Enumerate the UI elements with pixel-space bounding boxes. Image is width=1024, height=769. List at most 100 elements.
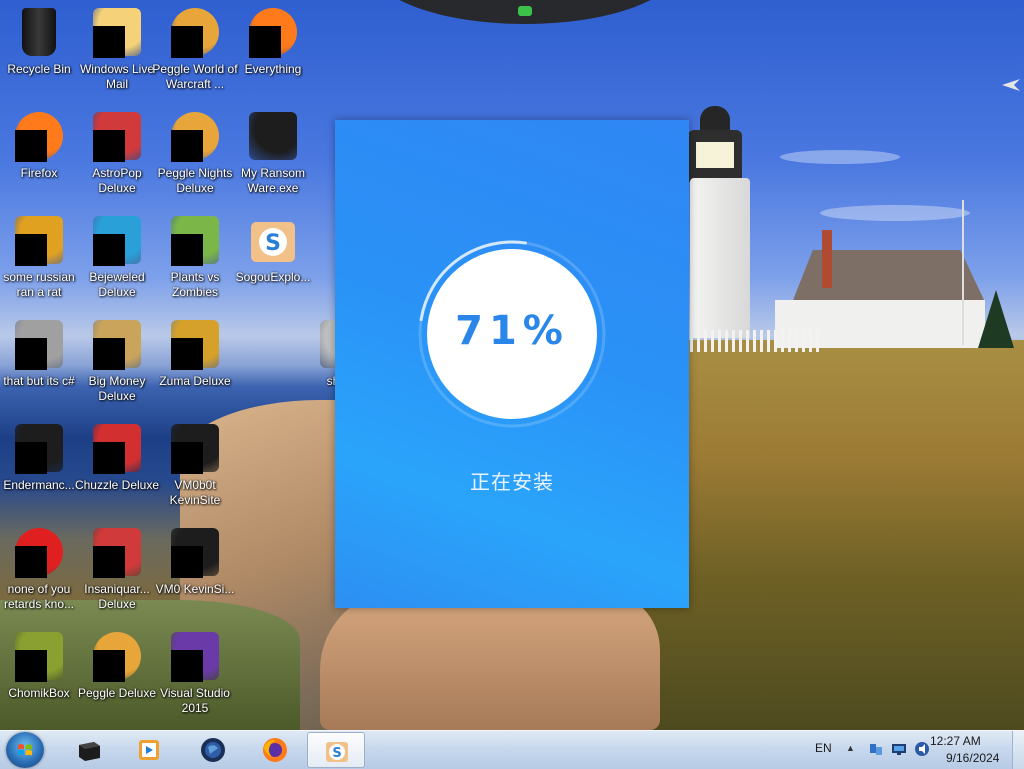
desktop-icon[interactable]: S SogouExplo... bbox=[234, 212, 312, 312]
gadget-indicator-icon bbox=[518, 6, 532, 16]
desktop-icon-label: VM0b0t KevinSite bbox=[169, 478, 221, 507]
desktop-icon-label: Plants vs Zombies bbox=[170, 270, 220, 299]
volume-tray-icon[interactable] bbox=[914, 741, 930, 757]
desktop-icon-label: Peggle Nights Deluxe bbox=[157, 166, 233, 195]
desktop-icon-label: Insaniquar... Deluxe bbox=[84, 582, 150, 611]
progress-percentage: 71% bbox=[455, 308, 569, 354]
taskbar: S EN ▲ 12:27 AM 9/16/2024 bbox=[0, 730, 1024, 769]
desktop-icon[interactable]: Windows Live Mail bbox=[78, 4, 156, 104]
redaction-box bbox=[15, 650, 47, 682]
taskbar-app-firefox[interactable] bbox=[246, 732, 304, 768]
desktop-icon-label: Firefox bbox=[20, 166, 58, 180]
desktop-icon[interactable]: Everything bbox=[234, 4, 312, 104]
desktop-icon[interactable]: VM0 KevinSi... bbox=[156, 524, 234, 624]
clock-time[interactable]: 12:27 AM bbox=[930, 734, 1016, 748]
tray-expand-chevron-icon[interactable]: ▲ bbox=[846, 743, 855, 753]
desktop-icon-label: Chuzzle Deluxe bbox=[74, 478, 160, 492]
redaction-box bbox=[171, 650, 203, 682]
desktop-icon-label: that but its c# bbox=[3, 374, 75, 388]
redaction-box bbox=[93, 130, 125, 162]
start-button[interactable] bbox=[6, 732, 44, 768]
desktop-icon-label: VM0 KevinSi... bbox=[155, 582, 235, 596]
house-roof bbox=[792, 250, 985, 302]
redaction-box bbox=[93, 26, 125, 58]
desktop-icon-label: Bejeweled Deluxe bbox=[89, 270, 145, 299]
desktop-icon[interactable]: some russian ran a rat bbox=[0, 212, 78, 312]
desktop-icon-label: My Ransom Ware.exe bbox=[240, 166, 305, 195]
redaction-box bbox=[15, 338, 47, 370]
desktop-icon[interactable]: Bejeweled Deluxe bbox=[78, 212, 156, 312]
desktop-icon-label: Visual Studio 2015 bbox=[160, 686, 230, 715]
redaction-box bbox=[171, 338, 203, 370]
desktop-icon[interactable]: Peggle Deluxe bbox=[78, 628, 156, 728]
executable-icon bbox=[249, 112, 297, 160]
house-chimney bbox=[822, 230, 832, 288]
recycle-bin-icon bbox=[22, 8, 56, 56]
redaction-box bbox=[171, 546, 203, 578]
desktop-icon[interactable]: VM0b0t KevinSite bbox=[156, 420, 234, 520]
desktop-icon-label: Zuma Deluxe bbox=[159, 374, 231, 388]
lighthouse-glass bbox=[696, 142, 734, 168]
desktop-icon[interactable]: ChomikBox bbox=[0, 628, 78, 728]
black-box-icon bbox=[79, 742, 100, 761]
desktop-icon[interactable]: Chuzzle Deluxe bbox=[75, 420, 159, 520]
lighthouse-top bbox=[700, 106, 730, 132]
desktop-icon-label: some russian ran a rat bbox=[3, 270, 75, 299]
taskbar-app-black-box[interactable] bbox=[60, 732, 118, 768]
desktop-icon-label: AstroPop Deluxe bbox=[92, 166, 142, 195]
desktop-icon[interactable]: Insaniquar... Deluxe bbox=[78, 524, 156, 624]
desktop-icon[interactable]: none of you retards kno... bbox=[0, 524, 78, 624]
svg-text:S: S bbox=[265, 231, 281, 256]
network-tray-icon[interactable] bbox=[868, 741, 884, 757]
wallpaper-rock bbox=[320, 590, 660, 730]
desktop-icon[interactable]: My Ransom Ware.exe bbox=[234, 108, 312, 208]
desktop-icon[interactable]: Peggle Nights Deluxe bbox=[156, 108, 234, 208]
redaction-box bbox=[93, 650, 125, 682]
redaction-box bbox=[249, 26, 281, 58]
desktop-icon-label: Peggle World of Warcraft ... bbox=[152, 62, 238, 91]
desktop-icon-label: Recycle Bin bbox=[7, 62, 71, 76]
desktop-icon[interactable]: Firefox bbox=[0, 108, 78, 208]
desktop-icon[interactable]: Zuma Deluxe bbox=[156, 316, 234, 416]
desktop-icon-label: SogouExplo... bbox=[235, 270, 311, 284]
redaction-box bbox=[171, 442, 203, 474]
installer-window[interactable]: 71% 正在安装 bbox=[335, 120, 689, 608]
desktop-icon[interactable]: Endermanc... bbox=[0, 420, 78, 520]
taskbar-app-globe[interactable] bbox=[184, 732, 242, 768]
media-player-icon bbox=[139, 740, 159, 760]
cloud bbox=[820, 205, 970, 221]
desktop-icon[interactable]: AstroPop Deluxe bbox=[78, 108, 156, 208]
clock-date[interactable]: 9/16/2024 bbox=[946, 751, 1016, 765]
cloud bbox=[780, 150, 900, 164]
sogou-browser-icon: S bbox=[249, 216, 297, 264]
monitor-tray-icon[interactable] bbox=[891, 741, 907, 757]
show-desktop-button[interactable] bbox=[1012, 731, 1024, 769]
windows-start-icon bbox=[18, 744, 32, 756]
svg-text:S: S bbox=[332, 746, 341, 761]
desktop-icon[interactable]: Peggle World of Warcraft ... bbox=[152, 4, 238, 104]
desktop-icon[interactable]: Big Money Deluxe bbox=[78, 316, 156, 416]
desktop-icon[interactable]: Visual Studio 2015 bbox=[156, 628, 234, 728]
taskbar-app-media-player[interactable] bbox=[120, 732, 178, 768]
install-status-text: 正在安装 bbox=[470, 470, 554, 494]
taskbar-app-sogou[interactable]: S bbox=[307, 732, 365, 768]
desktop-icon-label: Windows Live Mail bbox=[79, 62, 155, 91]
desktop-icon-label: ChomikBox bbox=[8, 686, 70, 700]
redaction-box bbox=[15, 442, 47, 474]
fence bbox=[690, 330, 820, 352]
desktop-icon[interactable]: that but its c# bbox=[0, 316, 78, 416]
firefox-icon bbox=[263, 738, 287, 762]
redaction-box bbox=[93, 234, 125, 266]
desktop-icon[interactable]: Plants vs Zombies bbox=[156, 212, 234, 312]
redaction-box bbox=[171, 130, 203, 162]
redaction-box bbox=[93, 546, 125, 578]
desktop-icon-label: Everything bbox=[244, 62, 302, 76]
redaction-box bbox=[15, 546, 47, 578]
desktop-icon-label: Big Money Deluxe bbox=[88, 374, 146, 403]
language-indicator[interactable]: EN bbox=[815, 741, 832, 755]
redaction-box bbox=[171, 26, 203, 58]
globe-icon bbox=[201, 738, 225, 762]
desktop-icon[interactable]: Recycle Bin bbox=[0, 4, 78, 104]
flagpole bbox=[962, 200, 964, 345]
redaction-box bbox=[15, 234, 47, 266]
